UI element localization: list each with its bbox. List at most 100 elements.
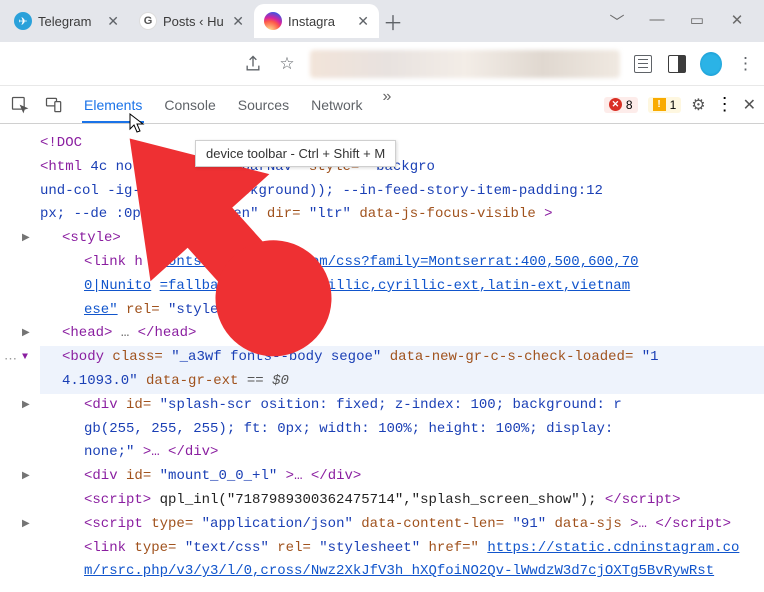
code-text: <head> — [62, 325, 112, 341]
code-text: none;" — [84, 444, 134, 460]
browser-tabstrip: ✈ Telegram ✕ G Posts ‹ Hu ✕ Instagra ✕ ＋… — [0, 0, 764, 42]
code-text: <style> — [62, 230, 121, 246]
code-text: "text/css" — [185, 540, 269, 556]
code-text: <div — [84, 397, 126, 413]
extensions-globe-icon[interactable] — [700, 53, 722, 75]
stylesheet-link[interactable]: /fonts.googleapis.com/css?family=Montser… — [151, 254, 638, 270]
expand-triangle-icon[interactable]: ▶ — [22, 397, 30, 414]
code-text: <div — [84, 468, 126, 484]
settings-gear-icon[interactable]: ⚙ — [691, 95, 705, 115]
code-text: data-gr-ext — [146, 373, 238, 389]
devtools-toolbar: Elements Console Sources Network » ✕8 !1… — [0, 86, 764, 124]
minimize-button[interactable]: — — [648, 11, 666, 32]
browser-toolbar: ☆ ⋮ — [0, 42, 764, 86]
close-icon[interactable]: ✕ — [232, 13, 244, 30]
window-controls: ﹀ — ▭ ✕ — [608, 11, 760, 32]
devtools-menu-kebab-icon[interactable]: ⋮ — [716, 94, 733, 115]
expand-triangle-icon[interactable]: ▶ — [22, 516, 30, 533]
google-icon: G — [139, 12, 157, 30]
expand-triangle-icon[interactable]: ▶ — [22, 325, 30, 342]
share-icon[interactable] — [242, 53, 264, 75]
sidepanel-icon[interactable] — [666, 53, 688, 75]
expand-triangle-icon[interactable]: ▶ — [22, 468, 30, 485]
code-text: $0 — [272, 373, 289, 389]
tab-title: Telegram — [38, 14, 91, 29]
code-text: <body — [62, 349, 112, 365]
code-text: </div> — [168, 444, 218, 460]
devtools-tabs: Elements Console Sources Network » — [82, 88, 391, 122]
close-icon[interactable]: ✕ — [107, 13, 119, 30]
maximize-button[interactable]: ▭ — [688, 11, 706, 32]
code-text: data-js-focus-visible — [359, 206, 535, 222]
code-text: 4.1093.0" — [62, 373, 138, 389]
code-text: >… — [630, 516, 647, 532]
code-text: <script — [84, 516, 151, 532]
code-text: <html — [40, 159, 90, 175]
tab-posts[interactable]: G Posts ‹ Hu ✕ — [129, 4, 254, 38]
code-text: rel= — [126, 302, 160, 318]
expand-triangle-icon[interactable]: ▶ — [22, 230, 30, 247]
tab-telegram[interactable]: ✈ Telegram ✕ — [4, 4, 129, 38]
code-text: id= — [126, 468, 151, 484]
code-text: osition: fixed; z-index: 100; background… — [260, 397, 621, 413]
device-toolbar-icon[interactable] — [42, 93, 66, 117]
code-text: "splash-scr — [160, 397, 252, 413]
code-text: ft: 0px; width: 100%; height: 100%; disp… — [244, 421, 614, 437]
stylesheet-link[interactable]: m/rsrc.php/v3/y3/l/0,cross/Nwz2XkJfV3h_h… — [84, 563, 714, 579]
code-text: type= — [151, 516, 193, 532]
code-text: data-content-len= — [361, 516, 504, 532]
stylesheet-link[interactable]: 0|Nunito — [84, 278, 151, 294]
code-text: <script> — [84, 492, 151, 508]
code-text: </div> — [311, 468, 361, 484]
stylesheet-link[interactable]: =fallback&subset=cyrillic,cyrillic-ext,l… — [160, 278, 630, 294]
stylesheet-link[interactable]: ese" — [84, 302, 118, 318]
code-text: "1 — [642, 349, 659, 365]
close-window-button[interactable]: ✕ — [728, 11, 746, 32]
device-toolbar-tooltip: device toolbar - Ctrl + Shift + M — [195, 140, 396, 167]
collapse-triangle-icon[interactable]: ▼ — [22, 349, 28, 366]
code-text: >… — [143, 444, 160, 460]
tab-title: Instagra — [288, 14, 335, 29]
warning-count-badge[interactable]: !1 — [648, 97, 682, 113]
more-tabs-icon[interactable]: » — [382, 88, 391, 122]
code-text: > — [544, 206, 552, 222]
code-text: "style — [168, 302, 218, 318]
tab-console[interactable]: Console — [162, 88, 217, 122]
tab-elements[interactable]: Elements — [82, 88, 144, 122]
close-icon[interactable]: ✕ — [357, 13, 369, 30]
code-text: px; --de — [40, 206, 107, 222]
code-text: == — [247, 373, 272, 389]
code-text: id= — [126, 397, 151, 413]
bookmark-star-icon[interactable]: ☆ — [276, 53, 298, 75]
tab-network[interactable]: Network — [309, 88, 364, 122]
code-text: "mount_0_0_+l" — [160, 468, 278, 484]
inspect-element-icon[interactable] — [8, 93, 32, 117]
code-text: "ltr" — [309, 206, 351, 222]
code-text: </script> — [655, 516, 731, 532]
code-text: type= — [134, 540, 176, 556]
minimize-button[interactable]: ﹀ — [608, 11, 626, 32]
newtab-button[interactable]: ＋ — [379, 7, 407, 36]
browser-menu-kebab-icon[interactable]: ⋮ — [734, 53, 756, 75]
code-text: gb(255, 255, 255); — [84, 421, 244, 437]
code-text: <!DOC — [40, 135, 82, 151]
error-count-badge[interactable]: ✕8 — [604, 97, 638, 113]
code-text: </script> — [605, 492, 681, 508]
code-text: … — [121, 325, 129, 341]
telegram-icon: ✈ — [14, 12, 32, 30]
tab-instagram[interactable]: Instagra ✕ — [254, 4, 379, 38]
overflow-dots-icon[interactable]: ⋯ — [4, 349, 17, 371]
code-text: href=" — [429, 540, 479, 556]
reader-icon[interactable] — [632, 53, 654, 75]
stylesheet-link[interactable]: https://static.cdninstagram.co — [487, 540, 739, 556]
tab-sources[interactable]: Sources — [236, 88, 291, 122]
code-text: data-new-gr-c-s-check-loaded= — [390, 349, 634, 365]
instagram-icon — [264, 12, 282, 30]
close-devtools-icon[interactable]: ✕ — [743, 95, 756, 115]
code-text: fonts--body segoe" — [230, 349, 381, 365]
code-text: und-col — [40, 183, 99, 199]
code-text: dir= — [267, 206, 301, 222]
code-text: <link — [84, 540, 134, 556]
elements-dom-tree[interactable]: <!DOC <html 4c no-touch isSidebarNav" st… — [0, 124, 764, 592]
code-text: rel= — [277, 540, 311, 556]
